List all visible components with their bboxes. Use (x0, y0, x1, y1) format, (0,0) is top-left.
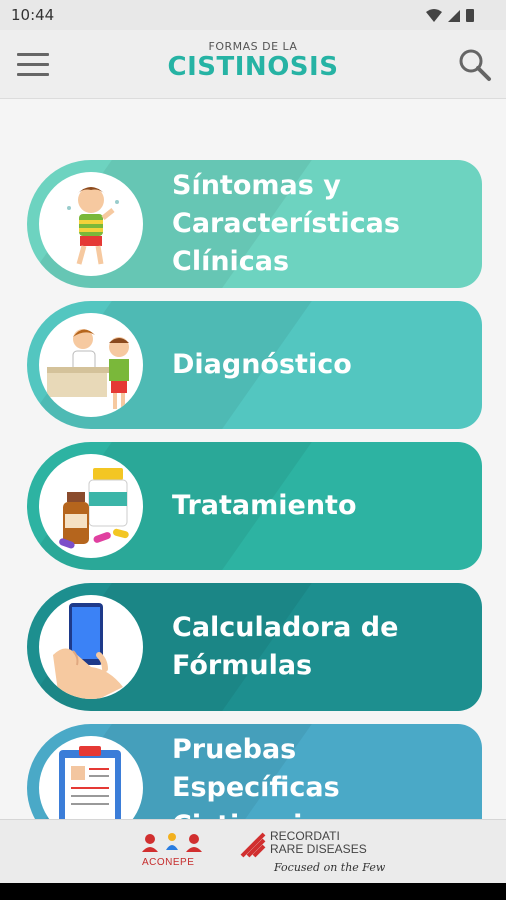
aconepe-figures-icon (142, 833, 202, 852)
system-nav-bar (0, 883, 506, 900)
aconepe-text: ACONEPE (142, 857, 195, 868)
recordati-division: RARE DISEASES (270, 842, 367, 856)
medicine-bottles-icon (39, 454, 143, 558)
menu-item-label: Calculadora de Fórmulas (172, 612, 399, 681)
app-bar: FORMAS DE LA CISTINOSIS (0, 30, 506, 99)
main-menu: Síntomas y Características Clínicas Diag… (0, 99, 506, 819)
search-icon[interactable] (457, 47, 493, 83)
recordati-tagline: Focused on the Few (274, 861, 386, 874)
menu-item-label: Pruebas Específicas Cistinosis (172, 734, 340, 819)
footer-logos: ACONEPE RECORDATI RARE DISEASES Focused … (0, 819, 506, 883)
recordati-mark-icon (240, 832, 266, 858)
doctor-child-icon (39, 313, 143, 417)
aconepe-logo: ACONEPE (136, 830, 208, 878)
recordati-logo: RECORDATI RARE DISEASES Focused on the F… (240, 828, 390, 880)
status-time: 10:44 (11, 6, 55, 24)
menu-item-label: Tratamiento (172, 490, 357, 521)
status-bar: 10:44 (0, 0, 506, 30)
phone-hand-icon (39, 595, 143, 699)
app-title-main: CISTINOSIS (167, 52, 339, 82)
menu-item-pruebas[interactable]: Pruebas Específicas Cistinosis (27, 724, 482, 819)
menu-item-calculadora[interactable]: Calculadora de Fórmulas (27, 583, 482, 711)
menu-item-diagnostico[interactable]: Diagnóstico (27, 301, 482, 429)
menu-item-sintomas[interactable]: Síntomas y Características Clínicas (27, 160, 482, 288)
battery-icon (466, 9, 474, 22)
menu-item-label: Diagnóstico (172, 349, 352, 380)
child-sick-icon (39, 172, 143, 276)
status-icons (426, 9, 474, 22)
menu-item-tratamiento[interactable]: Tratamiento (27, 442, 482, 570)
menu-item-label: Síntomas y Características Clínicas (172, 170, 400, 277)
wifi-icon (426, 9, 442, 22)
signal-icon (448, 10, 460, 22)
app-title: FORMAS DE LA CISTINOSIS (0, 40, 506, 82)
